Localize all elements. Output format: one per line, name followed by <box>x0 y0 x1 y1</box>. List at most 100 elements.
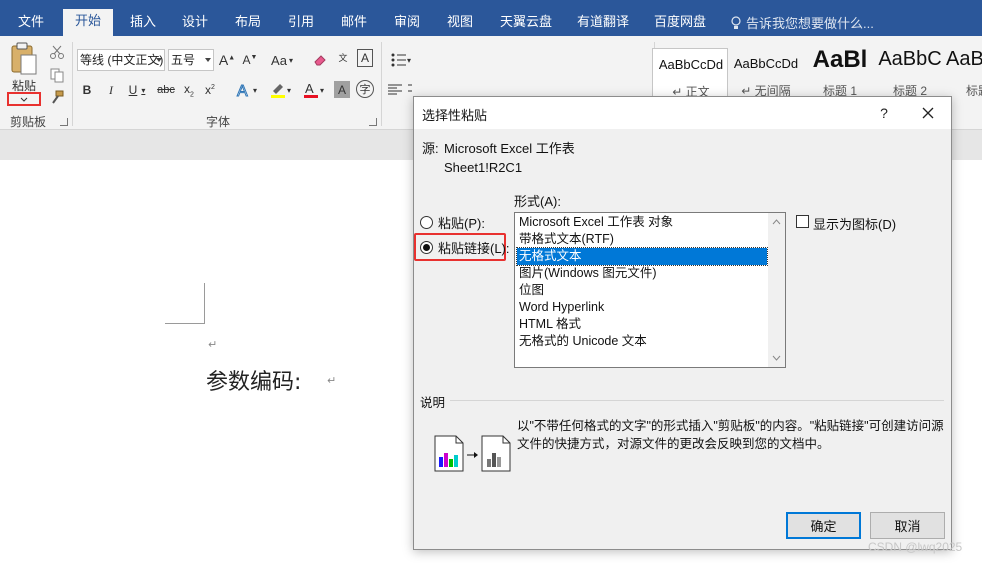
tab-references[interactable]: 引用 <box>286 10 316 36</box>
paste-label: 粘贴 <box>11 78 36 93</box>
font-size-value: 五号 <box>171 53 196 67</box>
list-item[interactable]: HTML 格式 <box>517 316 767 333</box>
svg-text:A: A <box>237 83 248 99</box>
align-left-icon <box>388 84 402 95</box>
char-border-button[interactable]: A <box>357 49 373 67</box>
style-heading-2[interactable]: AaBbC 标题 2 <box>872 48 948 98</box>
list-item[interactable]: 无格式的 Unicode 文本 <box>517 333 767 350</box>
format-painter-button[interactable] <box>48 88 66 108</box>
paste-result-illustration <box>434 435 514 473</box>
strikethrough-button[interactable]: abc <box>157 80 175 100</box>
scroll-up-icon[interactable] <box>772 217 781 226</box>
change-case-button[interactable]: Aa ▾ <box>268 50 296 70</box>
list-item[interactable]: Word Hyperlink <box>517 299 767 316</box>
radio-circle <box>420 215 433 229</box>
copy-button[interactable] <box>48 65 66 85</box>
format-listbox[interactable]: Microsoft Excel 工作表 对象 带格式文本(RTF) 无格式文本 … <box>514 212 786 368</box>
highlight-button[interactable]: ▾ <box>265 80 295 100</box>
radio-paste-link[interactable]: 粘贴链接(L): <box>420 238 510 256</box>
bullets-button[interactable]: ▾ <box>386 50 416 70</box>
text-effects-button[interactable]: A ▾ <box>232 80 260 100</box>
chevron-down-icon: ▾ <box>286 85 291 95</box>
subscript-icon: x2 <box>184 81 194 99</box>
font-color-button[interactable]: A ▾ <box>298 80 328 100</box>
listbox-scrollbar[interactable] <box>768 213 785 367</box>
cancel-button[interactable]: 取消 <box>870 512 945 539</box>
source-ref: Sheet1!R2C1 <box>444 160 523 175</box>
grow-font-icon: A▲ <box>218 52 236 68</box>
group-divider <box>381 42 382 126</box>
char-border-icon: A <box>360 51 369 65</box>
paste-button[interactable] <box>8 40 40 78</box>
paragraph-mark-icon: ↵ <box>208 339 218 351</box>
tab-layout[interactable]: 布局 <box>233 10 263 36</box>
dialog-title: 选择性粘贴 <box>422 108 488 123</box>
list-item[interactable]: 图片(Windows 图元文件) <box>517 265 767 282</box>
watermark-text: CSDN @lwq2025 <box>868 540 963 554</box>
align-center-button[interactable] <box>408 80 412 100</box>
font-size-combo[interactable]: 五号 <box>168 49 214 71</box>
description-text: 以"不带任何格式的文字"的形式插入"剪贴板"的内容。"粘贴链接"可创建访问源文件… <box>517 419 944 451</box>
clear-format-button[interactable] <box>311 50 329 70</box>
list-item[interactable]: 带格式文本(RTF) <box>517 231 767 248</box>
display-as-icon-checkbox[interactable] <box>796 215 809 228</box>
margin-crop-mark <box>204 283 205 323</box>
subscript-button[interactable]: x2 <box>181 80 197 100</box>
style-sample: AaBbCcDd <box>733 56 799 71</box>
paste-dropdown-highlight[interactable] <box>7 92 41 106</box>
list-item[interactable]: Microsoft Excel 工作表 对象 <box>517 214 767 231</box>
style-sample: AaBl <box>812 46 868 73</box>
tab-insert[interactable]: 插入 <box>128 10 158 36</box>
scroll-down-icon[interactable] <box>772 353 781 362</box>
tab-mailings[interactable]: 邮件 <box>339 10 369 36</box>
list-item[interactable]: 位图 <box>517 282 767 299</box>
radio-paste[interactable]: 粘贴(P): <box>420 213 485 231</box>
tab-file[interactable]: 文件 <box>16 10 46 36</box>
tell-me-search[interactable]: 告诉我您想要做什么... <box>730 13 874 32</box>
italic-button[interactable]: I <box>104 80 118 100</box>
source-value: Microsoft Excel 工作表 <box>444 141 575 156</box>
tab-view[interactable]: 视图 <box>445 10 475 36</box>
superscript-button[interactable]: x2 <box>202 80 218 100</box>
style-normal[interactable]: AaBbCcDd ↵ 正文 <box>652 48 728 99</box>
enclose-char-icon: 字 <box>359 84 371 96</box>
tab-baidu-netdisk[interactable]: 百度网盘 <box>652 10 708 36</box>
font-name-combo[interactable]: 等线 (中文正文) <box>77 49 165 71</box>
phonetic-guide-icon: 文 <box>338 52 348 63</box>
grow-font-button[interactable]: A▲ <box>219 50 235 70</box>
shrink-font-icon: A▼ <box>242 53 258 67</box>
style-no-spacing[interactable]: AaBbCcDd ↵ 无间隔 <box>728 48 804 98</box>
display-as-icon-label: 显示为图标(D) <box>813 217 897 232</box>
tab-tianyi-cloud[interactable]: 天翼云盘 <box>498 10 554 36</box>
margin-crop-mark <box>165 323 205 324</box>
font-group-label: 字体 <box>206 115 231 129</box>
tab-design[interactable]: 设计 <box>180 10 210 36</box>
underline-button[interactable]: U ▾ <box>124 80 150 100</box>
style-title[interactable]: AaBb 标题 <box>940 48 982 98</box>
dialog-titlebar[interactable]: 选择性粘贴 ? <box>414 97 951 129</box>
tab-review[interactable]: 审阅 <box>392 10 422 36</box>
style-heading-1[interactable]: AaBl 标题 1 <box>802 46 878 98</box>
close-button[interactable] <box>915 102 941 124</box>
tab-youdao-translate[interactable]: 有道翻译 <box>575 10 631 36</box>
document-chart-icon <box>434 435 511 472</box>
font-launcher-icon[interactable] <box>369 118 377 126</box>
clipboard-launcher-icon[interactable] <box>60 118 68 126</box>
help-button[interactable]: ? <box>873 103 895 123</box>
char-shading-button[interactable]: A <box>334 81 350 98</box>
align-left-button[interactable] <box>386 80 404 100</box>
bold-button[interactable]: B <box>80 80 94 100</box>
enclose-char-button[interactable]: 字 <box>356 80 374 98</box>
list-item-selected[interactable]: 无格式文本 <box>516 247 768 266</box>
chevron-down-icon: ▾ <box>288 55 293 65</box>
document-text[interactable]: 参数编码: <box>206 364 301 396</box>
tab-home[interactable]: 开始 <box>63 9 114 36</box>
chevron-down-icon: ▾ <box>406 55 411 65</box>
paragraph-mark-icon: ↵ <box>327 375 337 387</box>
ok-button[interactable]: 确定 <box>786 512 861 539</box>
cut-button[interactable] <box>48 42 66 62</box>
phonetic-guide-button[interactable]: 文 <box>334 48 352 68</box>
style-name: 标题 <box>966 84 982 98</box>
close-icon <box>922 107 934 119</box>
shrink-font-button[interactable]: A▼ <box>242 50 258 70</box>
